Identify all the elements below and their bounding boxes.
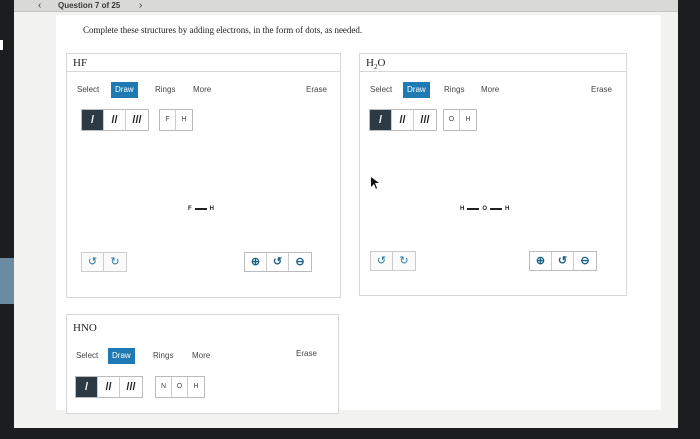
draw-tool-button[interactable]: Draw [403,82,430,98]
single-bond-icon[interactable]: / [76,377,98,397]
bond-line[interactable] [490,208,503,210]
double-bond-icon[interactable]: // [104,110,126,130]
zoom-reset-icon[interactable]: ↺ [267,253,289,271]
atom-button-o[interactable]: O [444,110,460,130]
redo-icon[interactable]: ↻ [393,252,415,270]
atom-button-n[interactable]: N [156,377,172,397]
erase-button[interactable]: Erase [302,82,331,98]
triple-bond-icon[interactable]: /// [126,110,148,130]
previous-question-icon[interactable]: ‹ [38,0,41,12]
zoom-controls: ⊕ ↺ ⊖ [244,252,312,272]
zoom-out-icon[interactable]: ⊖ [289,253,311,271]
atom-label[interactable]: H [210,206,214,212]
undo-icon[interactable]: ↺ [371,252,393,270]
undo-icon[interactable]: ↺ [82,253,104,271]
h2o-panel-title: H2O [360,54,626,72]
hno-panel-title: HNO [73,322,97,334]
erase-button[interactable]: Erase [292,346,321,362]
h2o-panel: H2O Select Draw Rings More Erase / // //… [359,53,627,296]
bond-tools: / // /// [81,109,149,131]
zoom-reset-icon[interactable]: ↺ [552,252,574,270]
select-tool-button[interactable]: Select [72,348,102,364]
rings-menu-button[interactable]: Rings [151,82,179,98]
erase-button[interactable]: Erase [587,82,616,98]
more-menu-button[interactable]: More [188,348,214,364]
atom-button-o[interactable]: O [172,377,188,397]
screen: ‹ Question 7 of 25 › Complete these stru… [14,0,678,428]
next-question-icon[interactable]: › [139,0,142,12]
rings-menu-button[interactable]: Rings [440,82,468,98]
undo-redo-group: ↺ ↻ [81,252,127,272]
h2o-structure[interactable]: H O H [460,206,509,212]
select-tool-button[interactable]: Select [366,82,396,98]
top-bar: ‹ Question 7 of 25 › [14,0,678,12]
zoom-out-icon[interactable]: ⊖ [574,252,596,270]
h2o-toolbar: Select Draw Rings More Erase [360,82,626,100]
double-bond-icon[interactable]: // [98,377,120,397]
hno-panel: HNO Select Draw Rings More Erase / // //… [66,314,339,414]
atom-label[interactable]: F [188,206,192,212]
draw-tool-button[interactable]: Draw [111,82,138,98]
atom-button-f[interactable]: F [160,110,176,130]
atom-button-h[interactable]: H [460,110,476,130]
zoom-in-icon[interactable]: ⊕ [530,252,552,270]
select-tool-button[interactable]: Select [73,82,103,98]
bond-line[interactable] [194,208,207,210]
single-bond-icon[interactable]: / [82,110,104,130]
hno-toolbar: Select Draw Rings More Erase [67,348,338,366]
atom-button-h[interactable]: H [176,110,192,130]
mouse-pointer-icon [371,177,379,189]
hf-toolbar: Select Draw Rings More Erase [67,82,340,100]
title-part: O [377,57,386,69]
atom-tools: F H [159,109,193,131]
zoom-controls: ⊕ ↺ ⊖ [529,251,597,271]
atom-button-h[interactable]: H [188,377,204,397]
atom-label[interactable]: H [460,206,464,212]
atom-tools: N O H [155,376,205,398]
zoom-in-icon[interactable]: ⊕ [245,253,267,271]
undo-redo-group: ↺ ↻ [370,251,416,271]
question-counter: Question 7 of 25 [58,1,121,10]
triple-bond-icon[interactable]: /// [120,377,142,397]
question-content: Complete these structures by adding elec… [56,15,661,414]
double-bond-icon[interactable]: // [392,110,414,130]
atom-label[interactable]: H [505,206,509,212]
question-prompt: Complete these structures by adding elec… [83,25,363,35]
hf-structure[interactable]: F H [188,206,214,212]
bond-line[interactable] [467,208,480,210]
redo-icon[interactable]: ↻ [104,253,126,271]
rings-menu-button[interactable]: Rings [149,348,177,364]
hf-panel-title: HF [67,54,340,72]
title-part: H [366,57,374,69]
draw-tool-button[interactable]: Draw [108,348,135,364]
side-edge [0,258,14,304]
triple-bond-icon[interactable]: /// [414,110,436,130]
more-menu-button[interactable]: More [477,82,503,98]
bond-tools: / // /// [75,376,143,398]
atom-tools: O H [443,109,477,131]
side-edge-marker [0,40,3,50]
single-bond-icon[interactable]: / [370,110,392,130]
more-menu-button[interactable]: More [189,82,215,98]
atom-label[interactable]: O [482,206,487,212]
bond-tools: / // /// [369,109,437,131]
hf-panel: HF Select Draw Rings More Erase / // ///… [66,53,341,298]
